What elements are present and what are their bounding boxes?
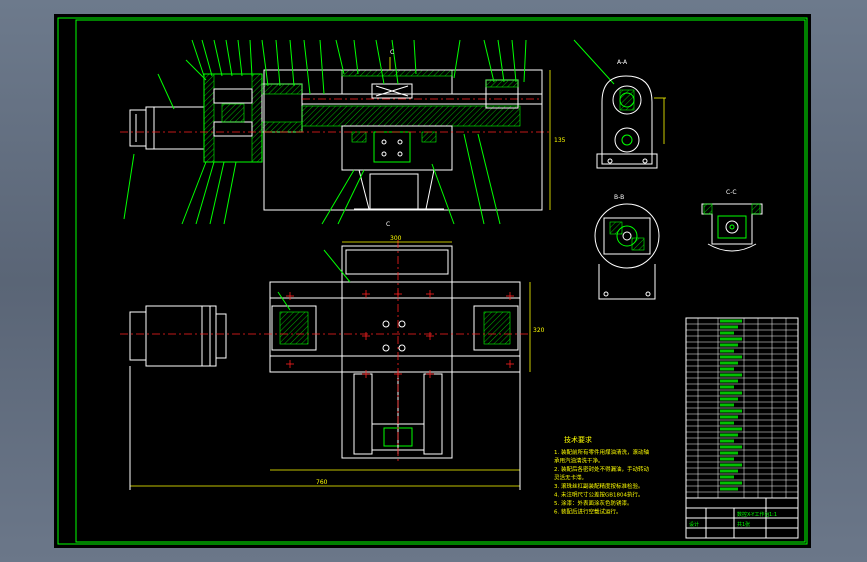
parts-entry-mark — [720, 361, 738, 365]
note-line: 2. 装配后各密封处不得漏油，手动转动 — [554, 465, 649, 473]
parts-entry-mark — [720, 457, 734, 461]
front-section-view: 135 C C — [120, 39, 615, 228]
section-view-c-c: C-C — [701, 189, 763, 252]
parts-entry-mark — [720, 319, 742, 323]
drawing-canvas: 135 C C A-A B-B C-C 300 320 760 技术要求 1. … — [57, 17, 808, 545]
cad-viewport[interactable]: 135 C C A-A B-B C-C 300 320 760 技术要求 1. … — [0, 0, 867, 562]
parts-entry-mark — [720, 397, 738, 401]
section-aa-label: A-A — [617, 59, 628, 66]
parts-entry-mark — [720, 325, 738, 329]
parts-entry-mark — [720, 463, 742, 467]
sheet-count: 共1张 — [737, 521, 750, 528]
technical-notes: 技术要求 1. 装配前所有零件用煤油清洗，滚动轴承用汽油清洗干净。2. 装配后各… — [554, 435, 649, 516]
parts-entry-mark — [720, 433, 738, 437]
parts-entry-mark — [720, 355, 742, 359]
section-view-b-b: B-B — [594, 194, 660, 300]
note-line: 5. 涂漆：外表面涂灰色防锈漆。 — [554, 499, 633, 507]
parts-entry-mark — [720, 475, 734, 479]
inner-frame — [75, 19, 806, 543]
base-plate — [301, 105, 521, 127]
notes-title: 技术要求 — [564, 435, 592, 444]
parts-entry-mark — [720, 379, 738, 383]
side-height-dimension: 135 — [554, 137, 566, 144]
note-line: 承用汽油清洗干净。 — [554, 457, 604, 465]
parts-entry-mark — [720, 409, 742, 413]
parts-entry-mark — [720, 343, 738, 347]
section-marker-c-bottom: C — [386, 221, 390, 228]
plan-total-dimension: 760 — [316, 479, 328, 486]
plan-motor — [145, 305, 217, 367]
parts-entry-mark — [720, 337, 742, 341]
parts-entry-mark — [720, 391, 742, 395]
section-bb-label: B-B — [614, 194, 624, 201]
parts-entry-mark — [720, 349, 734, 353]
plan-worktable — [341, 245, 453, 459]
parts-entry-mark — [720, 451, 738, 455]
parts-entry-mark — [720, 373, 742, 377]
note-line: 1. 装配前所有零件用煤油清洗，滚动轴 — [554, 448, 649, 456]
parts-entry-mark — [720, 403, 734, 407]
parts-entry-mark — [720, 331, 734, 335]
section-view-a-a: A-A — [596, 59, 666, 169]
parts-entry-mark — [720, 427, 742, 431]
parts-list — [685, 317, 799, 499]
parts-entry-mark — [720, 487, 738, 491]
parts-entry-mark — [720, 445, 742, 449]
title-block: 数控X-Y工作台 1:1 共1张 设计 — [685, 497, 799, 539]
designer-label: 设计 — [689, 521, 699, 528]
parts-entry-mark — [720, 385, 734, 389]
parts-entry-mark — [720, 415, 738, 419]
drawing-scale: 1:1 — [769, 512, 777, 518]
plan-height-dimension: 320 — [533, 327, 545, 334]
section-marker-c-top: C — [390, 49, 394, 56]
parts-entry-mark — [720, 469, 738, 473]
parts-entry-mark — [720, 439, 734, 443]
drawing-sheet: 135 C C A-A B-B C-C 300 320 760 技术要求 1. … — [54, 14, 811, 548]
section-cc-label: C-C — [726, 189, 737, 196]
note-line: 6. 装配后进行空载试运行。 — [554, 508, 622, 516]
parts-entry-mark — [720, 367, 734, 371]
parts-entry-mark — [720, 481, 742, 485]
outer-frame — [57, 17, 808, 545]
parts-entry-mark — [720, 421, 734, 425]
top-outline — [263, 69, 543, 211]
motor-body — [145, 106, 205, 150]
note-line: 3. 滚珠丝杠副装配精度按标准检验。 — [554, 482, 644, 490]
note-line: 灵活无卡滞。 — [554, 474, 587, 482]
plan-view: 300 320 760 — [120, 235, 545, 490]
plan-width-dimension: 300 — [390, 235, 402, 242]
motor-end-cap — [129, 109, 147, 147]
note-line: 4. 未注明尺寸公差按GB1804执行。 — [554, 491, 644, 499]
drawing-name: 数控X-Y工作台 — [737, 511, 769, 518]
